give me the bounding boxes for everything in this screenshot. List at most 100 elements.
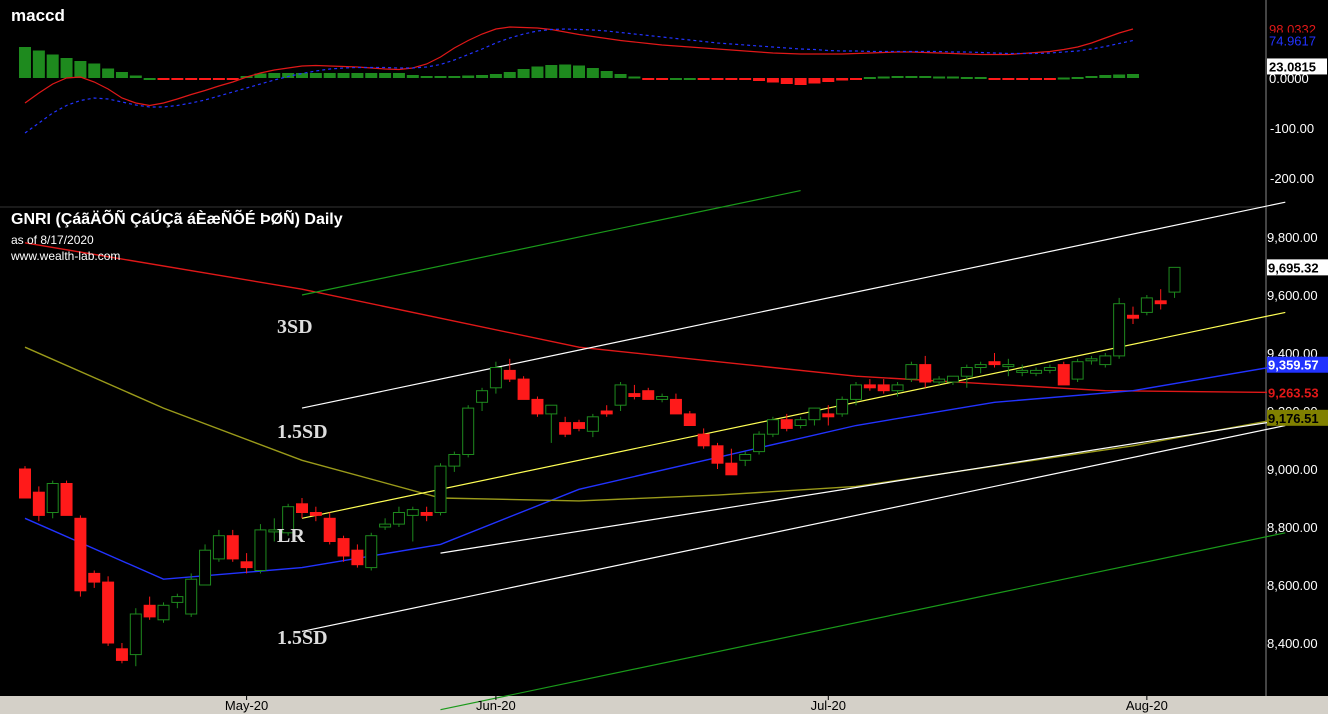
histogram-bar [296,73,308,78]
histogram-bar [282,73,295,78]
candle [946,375,959,383]
candle [406,509,419,516]
candle [697,433,710,447]
histogram-bar [379,73,392,78]
candle [614,384,627,406]
histogram-bar [960,77,973,79]
candle [448,454,461,467]
histogram-bar [697,78,710,80]
symbol-title: GNRI (ÇáãÄÕÑ ÇáÚÇã áÈæÑÕÉ ÞØÑ) Daily [11,211,343,228]
histogram-bar [1030,78,1043,80]
histogram-bar [129,75,142,78]
histogram-bar [1127,74,1139,78]
candle [531,398,544,415]
candle [559,422,572,435]
candle [296,503,308,513]
histogram-bar [503,72,516,78]
candle [351,549,364,566]
histogram-bar [337,73,350,78]
candle [573,422,585,429]
histogram-bar [822,78,835,82]
histogram-bar [753,78,766,81]
candle [711,445,724,464]
candle [1113,303,1126,357]
histogram-bar [946,76,959,79]
candle [822,413,835,418]
histogram-bar [1113,74,1126,78]
candle [794,419,807,427]
histogram-bar [766,78,779,83]
candle [739,454,752,461]
candle [1140,297,1153,313]
candle [323,517,336,542]
histogram-bar [877,76,890,79]
histogram-bar [226,78,239,80]
price-value-label: 9,176.51 [1268,411,1319,426]
histogram-bar [988,78,1001,80]
candle [88,572,101,583]
candle [185,578,198,615]
as-of-date: as of 8/17/2020 [11,233,94,247]
signal-line [24,28,1134,134]
histogram-bar [656,78,669,80]
histogram-bar [19,47,31,78]
candle [240,561,253,569]
candle [32,491,45,516]
histogram-bar [392,73,405,78]
overlay-upper_3sd [301,190,801,296]
candle [102,581,115,644]
candle [919,364,932,383]
candle [545,404,558,415]
indicator-tick-label: -100.00 [1270,121,1314,136]
candle [628,393,641,398]
histogram-bar [351,73,364,78]
candle [586,416,599,432]
date-label: May-20 [225,698,268,713]
candle [656,396,669,400]
candle [226,535,239,560]
candle [1030,369,1043,374]
candle [642,390,655,400]
candle [171,596,184,603]
candle [60,483,73,516]
candle [600,410,613,415]
candle [1057,364,1070,386]
price-tick-label: 8,600.00 [1267,578,1318,593]
candle [420,512,433,516]
histogram-bar [628,76,641,79]
candle [905,364,918,380]
candle [199,549,212,586]
date-label: Jul-20 [811,698,846,713]
channel-annotation: 1.5SD [277,421,328,443]
candle [1071,361,1084,380]
candle [1002,364,1015,368]
histogram-bar [88,63,101,78]
histogram-bar [614,74,627,78]
indicator-title: maccd [11,6,65,25]
histogram-bar [531,66,544,78]
candle [489,367,502,389]
indicator-value-label: 0.0000 [1269,71,1309,86]
histogram-bar [60,58,73,78]
candle [988,361,1001,366]
histogram-bar [1071,77,1084,79]
candle [517,378,530,400]
date-label: Aug-20 [1126,698,1168,713]
candle [1127,314,1139,319]
overlay-lower_3sd [440,532,1286,711]
histogram-bar [600,71,613,78]
candle [503,369,516,380]
histogram-bar [1043,78,1056,80]
histogram-bar [143,78,156,80]
candle [891,384,904,392]
histogram-bar [794,78,807,85]
histogram-bar [448,76,461,78]
histogram-bar [171,78,184,80]
candle [808,407,821,421]
histogram-bar [268,73,281,78]
histogram-bar [434,76,447,78]
candle [392,512,405,525]
overlay-upper_1.5sd [301,201,1286,409]
histogram-bar [462,75,475,78]
candle [379,523,392,528]
